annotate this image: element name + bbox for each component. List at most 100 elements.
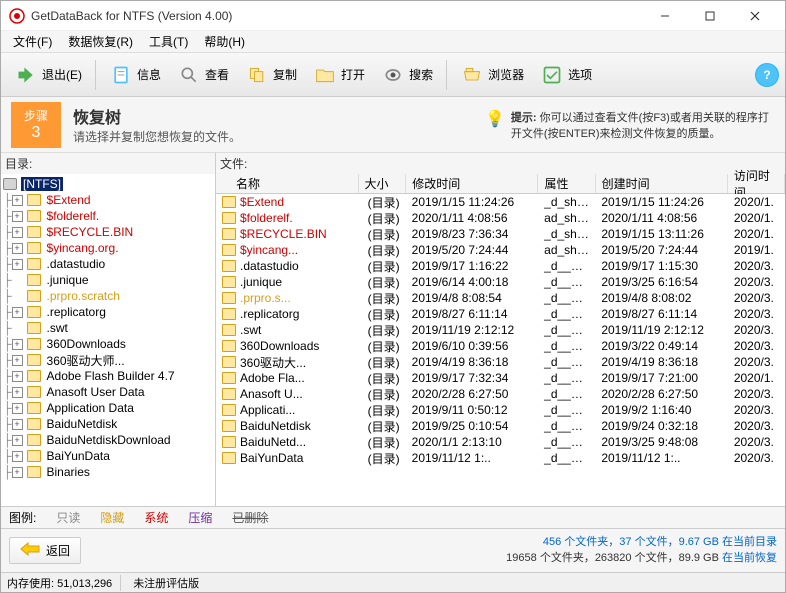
open-button[interactable]: 打开: [306, 58, 372, 92]
file-row[interactable]: .datastudio(目录)2019/9/17 1:16:22_d_____2…: [216, 258, 785, 274]
tree-item[interactable]: ├.prpro.scratch: [3, 288, 213, 304]
tree-item[interactable]: ├.swt: [3, 320, 213, 336]
disk-icon: [3, 178, 17, 190]
exit-button[interactable]: 退出(E): [7, 58, 89, 92]
file-name: .replicatorg: [240, 307, 299, 321]
expand-icon[interactable]: +: [12, 451, 23, 462]
expand-icon[interactable]: +: [12, 403, 23, 414]
info-label: 信息: [137, 66, 161, 83]
col-attr[interactable]: 属性: [538, 174, 595, 193]
file-row[interactable]: $Extend(目录)2019/1/15 11:24:26_d_sh__2019…: [216, 194, 785, 210]
folder-icon: [27, 354, 41, 366]
file-row[interactable]: Applicati...(目录)2019/9/11 0:50:12_d_____…: [216, 402, 785, 418]
expand-icon[interactable]: +: [12, 435, 23, 446]
menu-file[interactable]: 文件(F): [5, 31, 60, 52]
tree-item-label: .swt: [45, 321, 70, 335]
tree-root[interactable]: [NTFS]: [3, 176, 213, 192]
expand-icon[interactable]: +: [12, 195, 23, 206]
maximize-button[interactable]: [687, 2, 732, 30]
tree-item[interactable]: ├+$RECYCLE.BIN: [3, 224, 213, 240]
expand-icon[interactable]: +: [12, 467, 23, 478]
close-button[interactable]: [732, 2, 777, 30]
expand-icon[interactable]: +: [12, 227, 23, 238]
file-row[interactable]: 360驱动大...(目录)2019/4/19 8:36:18_d_____201…: [216, 354, 785, 370]
browser-button[interactable]: 浏览器: [453, 58, 531, 92]
file-modified: 2019/8/23 7:36:34: [406, 227, 538, 241]
expand-icon[interactable]: +: [12, 307, 23, 318]
file-row[interactable]: Adobe Fla...(目录)2019/9/17 7:32:34_d_____…: [216, 370, 785, 386]
menu-tools[interactable]: 工具(T): [141, 31, 196, 52]
folder-icon: [27, 290, 41, 302]
search-button[interactable]: 搜索: [374, 58, 440, 92]
col-size[interactable]: 大小: [359, 174, 407, 193]
tree-item[interactable]: ├+360Downloads: [3, 336, 213, 352]
col-name[interactable]: 名称: [216, 174, 359, 193]
tree-item[interactable]: ├+$Extend: [3, 192, 213, 208]
expand-icon[interactable]: +: [12, 211, 23, 222]
file-row[interactable]: .junique(目录)2019/6/14 4:00:18_d_____2019…: [216, 274, 785, 290]
tree-item-label: Adobe Flash Builder 4.7: [45, 369, 177, 383]
file-row[interactable]: .replicatorg(目录)2019/8/27 6:11:14_d_____…: [216, 306, 785, 322]
tree-item[interactable]: ├+$folderelf.: [3, 208, 213, 224]
file-row[interactable]: BaiYunData(目录)2019/11/12 1:.._d_____2019…: [216, 450, 785, 466]
tree-item[interactable]: ├+Application Data: [3, 400, 213, 416]
file-row[interactable]: BaiduNetdisk(目录)2019/9/25 0:10:54_d_____…: [216, 418, 785, 434]
bulb-icon: 💡: [485, 109, 505, 129]
tree-item[interactable]: ├+Binaries: [3, 464, 213, 480]
view-button[interactable]: 查看: [170, 58, 236, 92]
menu-recover[interactable]: 数据恢复(R): [60, 31, 141, 52]
tree-item[interactable]: ├+Anasoft User Data: [3, 384, 213, 400]
directory-tree[interactable]: [NTFS]├+$Extend├+$folderelf.├+$RECYCLE.B…: [1, 174, 215, 506]
back-button[interactable]: 返回: [9, 537, 81, 564]
file-row[interactable]: BaiduNetd...(目录)2020/1/1 2:13:10_d_____2…: [216, 434, 785, 450]
file-row[interactable]: $folderelf.(目录)2020/1/11 4:08:56ad_sh__2…: [216, 210, 785, 226]
browser-label: 浏览器: [488, 66, 524, 83]
file-row[interactable]: $yincang...(目录)2019/5/20 7:24:44ad_sh__2…: [216, 242, 785, 258]
tree-item[interactable]: ├+Adobe Flash Builder 4.7: [3, 368, 213, 384]
tree-item[interactable]: ├+$yincang.org.: [3, 240, 213, 256]
expand-icon[interactable]: +: [12, 355, 23, 366]
tree-item[interactable]: ├+.datastudio: [3, 256, 213, 272]
info-button[interactable]: 信息: [102, 58, 168, 92]
options-button[interactable]: 选项: [533, 58, 599, 92]
expand-icon[interactable]: +: [12, 259, 23, 270]
copy-button[interactable]: 复制: [238, 58, 304, 92]
tree-item[interactable]: ├+BaiYunData: [3, 448, 213, 464]
menu-help[interactable]: 帮助(H): [196, 31, 253, 52]
file-modified: 2020/2/28 6:27:50: [406, 387, 538, 401]
tree-item[interactable]: ├+360驱动大师...: [3, 352, 213, 368]
file-row[interactable]: .swt(目录)2019/11/19 2:12:12_d_____2019/11…: [216, 322, 785, 338]
file-modified: 2019/9/25 0:10:54: [406, 419, 538, 433]
tree-item-label: .prpro.scratch: [45, 289, 122, 303]
col-modified[interactable]: 修改时间: [406, 174, 538, 193]
expand-icon[interactable]: +: [12, 371, 23, 382]
folder-icon: [27, 386, 41, 398]
expand-icon[interactable]: +: [12, 419, 23, 430]
expand-icon[interactable]: +: [12, 387, 23, 398]
tree-item[interactable]: ├+BaiduNetdisk: [3, 416, 213, 432]
file-modified: 2019/4/8 8:08:54: [406, 291, 538, 305]
file-row[interactable]: $RECYCLE.BIN(目录)2019/8/23 7:36:34_d_sh__…: [216, 226, 785, 242]
file-row[interactable]: 360Downloads(目录)2019/6/10 0:39:56_d_____…: [216, 338, 785, 354]
expand-icon[interactable]: +: [12, 243, 23, 254]
folder-icon: [27, 434, 41, 446]
bottom-bar: 返回 456 个文件夹，37 个文件，9.67 GB 在当前目录 19658 个…: [1, 528, 785, 572]
file-attr: _d_____: [538, 339, 595, 353]
col-accessed[interactable]: 访问时间: [728, 174, 785, 193]
file-row[interactable]: Anasoft U...(目录)2020/2/28 6:27:50_d_____…: [216, 386, 785, 402]
col-created[interactable]: 创建时间: [596, 174, 728, 193]
tree-item[interactable]: ├+BaiduNetdiskDownload: [3, 432, 213, 448]
file-list[interactable]: $Extend(目录)2019/1/15 11:24:26_d_sh__2019…: [216, 194, 785, 506]
tree-item-label: $folderelf.: [45, 209, 102, 223]
minimize-button[interactable]: [642, 2, 687, 30]
tree-item[interactable]: ├.junique: [3, 272, 213, 288]
expand-icon[interactable]: +: [12, 339, 23, 350]
file-created: 2019/11/19 2:12:12: [595, 323, 727, 337]
file-size: (目录): [358, 242, 406, 259]
hint-label: 提示:: [511, 112, 537, 124]
help-button[interactable]: ?: [755, 63, 779, 87]
stats-current-label: 在当前目录: [722, 536, 777, 548]
file-row[interactable]: .prpro.s...(目录)2019/4/8 8:08:54_d__h__20…: [216, 290, 785, 306]
separator: [446, 60, 447, 90]
tree-item[interactable]: ├+.replicatorg: [3, 304, 213, 320]
